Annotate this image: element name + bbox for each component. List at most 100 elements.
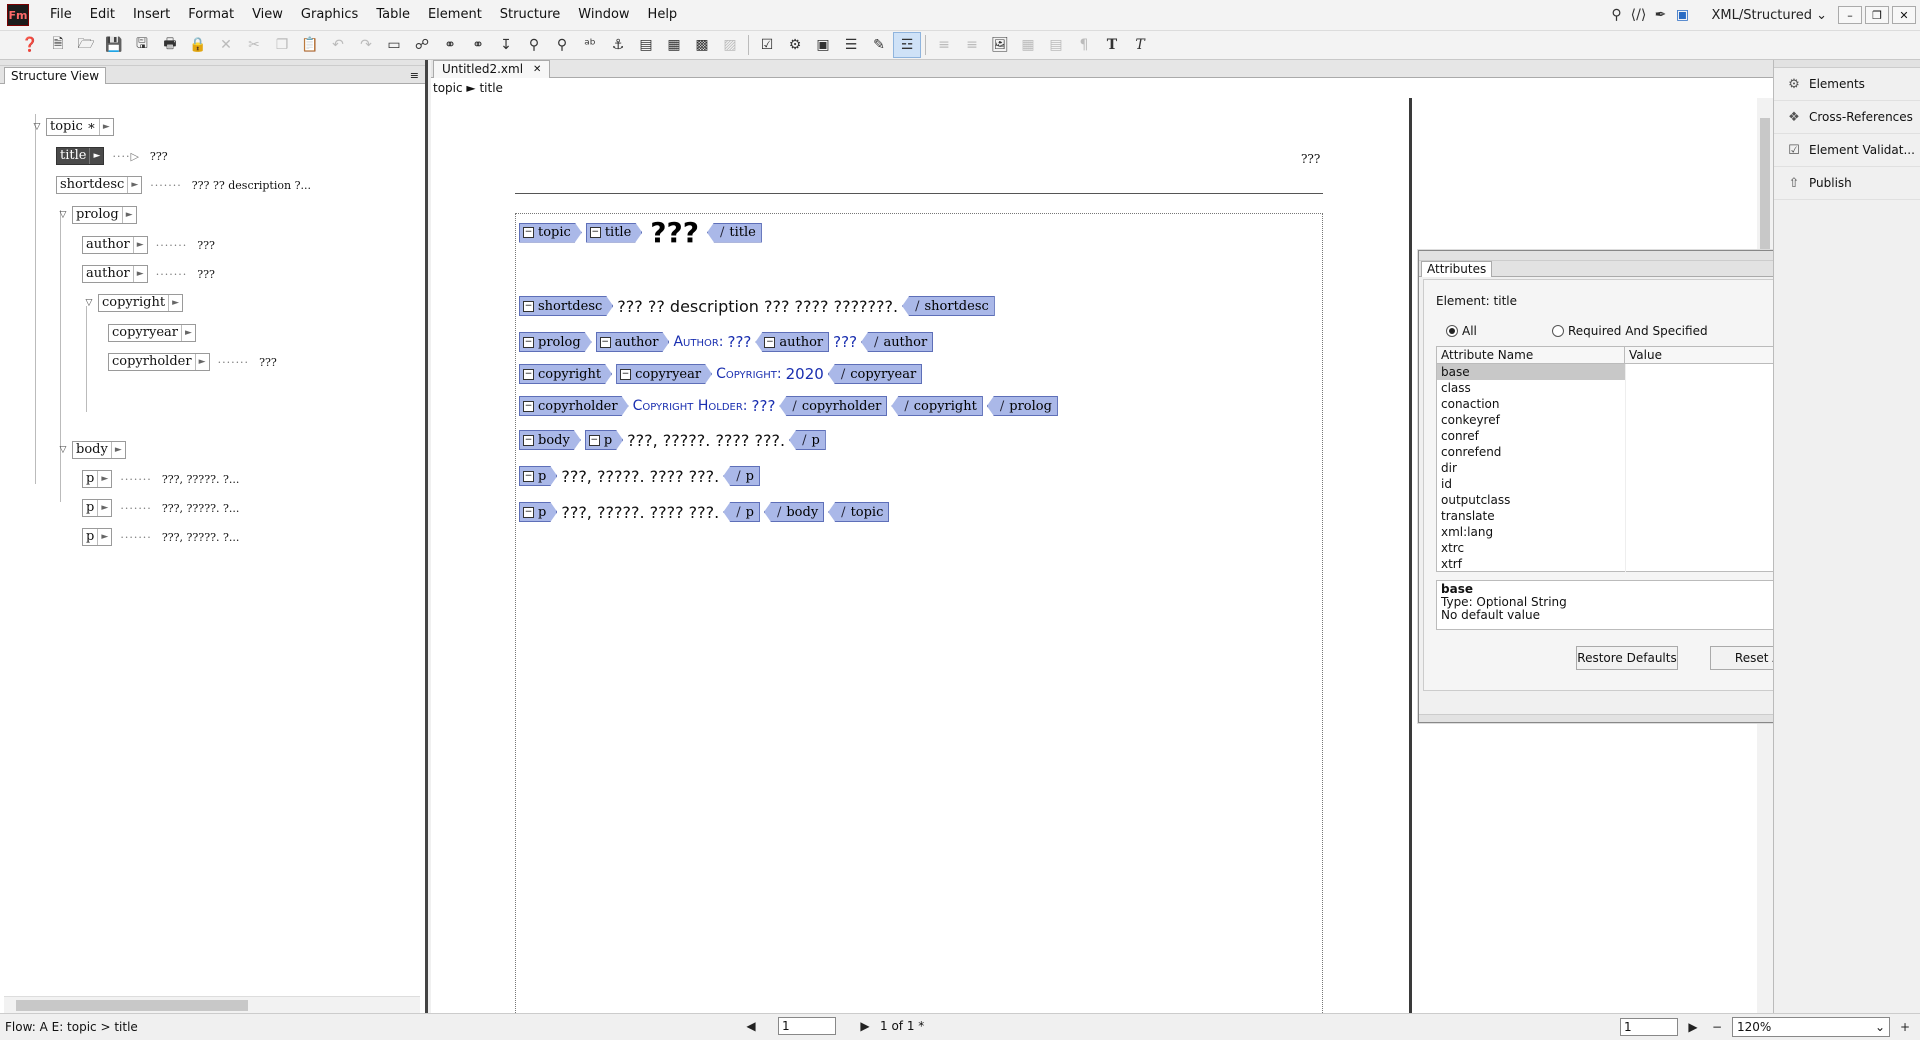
attribute-row[interactable]: base: [1437, 364, 1807, 380]
zoom-out-icon[interactable]: −: [1708, 1018, 1726, 1036]
page-icon[interactable]: ▤: [632, 32, 660, 58]
tag-copyright-end[interactable]: / copyright: [891, 396, 983, 416]
variable-icon[interactable]: ▩: [688, 32, 716, 58]
numbered-list-icon[interactable]: ≡: [930, 32, 958, 58]
undo-icon[interactable]: ↶: [324, 32, 352, 58]
print-icon[interactable]: 🖶: [156, 32, 184, 58]
attribute-row[interactable]: conref: [1437, 428, 1807, 444]
attribute-row[interactable]: id: [1437, 476, 1807, 492]
italic-text-icon[interactable]: T: [1126, 32, 1154, 58]
last-page-icon[interactable]: ▶: [856, 1017, 874, 1035]
tag-prolog-start[interactable]: − prolog: [519, 332, 592, 352]
tag-p-end[interactable]: / p: [723, 502, 760, 522]
attribute-row[interactable]: class: [1437, 380, 1807, 396]
shortdesc-text[interactable]: ??? ?? description ??? ???? ???????.: [617, 297, 898, 316]
tag-p-end[interactable]: / p: [723, 466, 760, 486]
tree-node-p[interactable]: p ► ······· ???, ?????. ?...: [82, 499, 239, 517]
save-as-icon[interactable]: 🖫: [128, 32, 156, 58]
tab-structure-view[interactable]: Structure View: [4, 67, 107, 84]
menu-view[interactable]: View: [243, 0, 292, 30]
wrap-element-icon[interactable]: ▣: [809, 32, 837, 58]
menu-window[interactable]: Window: [569, 0, 638, 30]
tag-copyryear-end[interactable]: / copyryear: [827, 364, 923, 384]
pilcrow-icon[interactable]: ¶: [1070, 32, 1098, 58]
attribute-value[interactable]: [1625, 556, 1793, 572]
tag-prolog-end[interactable]: / prolog: [986, 396, 1058, 416]
dock-element-validation[interactable]: ☑ Element Validat...: [1774, 134, 1920, 167]
restore-button[interactable]: ❐: [1865, 6, 1889, 24]
menu-format[interactable]: Format: [179, 0, 243, 30]
save-icon[interactable]: 💾: [100, 32, 128, 58]
bulleted-list-icon[interactable]: ≡: [958, 32, 986, 58]
attribute-value[interactable]: [1625, 364, 1793, 380]
page-input[interactable]: 1: [1620, 1018, 1678, 1036]
page-number-input[interactable]: 1: [778, 1017, 836, 1035]
collapse-toggle[interactable]: ▽: [30, 120, 44, 134]
code-view-icon[interactable]: ⟨/⟩: [1627, 4, 1649, 26]
attribute-row[interactable]: conkeyref: [1437, 412, 1807, 428]
attribute-value[interactable]: [1625, 428, 1793, 444]
menu-table[interactable]: Table: [367, 0, 419, 30]
insert-table-icon[interactable]: ▦: [1014, 32, 1042, 58]
tag-body-start[interactable]: − body: [519, 430, 581, 450]
tree-node-copyryear[interactable]: copyryear ►: [108, 324, 196, 342]
tree-node-prolog[interactable]: ▽ prolog ►: [56, 206, 137, 224]
scissors-icon[interactable]: ✂: [240, 32, 268, 58]
zoom-in-icon[interactable]: +: [1896, 1018, 1914, 1036]
table-icon[interactable]: ▦: [660, 32, 688, 58]
tag-topic-start[interactable]: − topic: [519, 223, 582, 243]
change-element-icon[interactable]: ☰: [837, 32, 865, 58]
tag-p-start[interactable]: − p: [585, 430, 623, 450]
anchor-icon[interactable]: ⚓: [604, 32, 632, 58]
attribute-value[interactable]: [1625, 540, 1793, 556]
tag-shortdesc-end[interactable]: / shortdesc: [902, 296, 995, 316]
bold-text-icon[interactable]: T: [1098, 32, 1126, 58]
title-text[interactable]: ???: [650, 216, 699, 249]
attribute-row[interactable]: conrefend: [1437, 444, 1807, 460]
copyryear-value[interactable]: 2020: [786, 365, 824, 383]
validate-icon[interactable]: ☑: [753, 32, 781, 58]
attribute-row[interactable]: translate: [1437, 508, 1807, 524]
hyperlink-icon[interactable]: ⚭: [436, 32, 464, 58]
frame-icon[interactable]: ▭: [380, 32, 408, 58]
restore-defaults-button[interactable]: Restore Defaults: [1576, 646, 1678, 670]
tag-topic-end[interactable]: / topic: [828, 502, 890, 522]
document-page[interactable]: ??? − topic − title ??? / title − shortdesc …: [431, 98, 1409, 1013]
tree-node-p[interactable]: p ► ······· ???, ?????. ?...: [82, 470, 239, 488]
tree-node-author[interactable]: author ► ······· ???: [82, 265, 215, 283]
workspace-switcher[interactable]: XML/Structured ⌄: [1711, 8, 1827, 23]
edit-attributes-icon[interactable]: ✎: [865, 32, 893, 58]
cross-ref-icon[interactable]: ⚭: [464, 32, 492, 58]
attribute-value[interactable]: [1625, 396, 1793, 412]
menu-file[interactable]: File: [41, 0, 81, 30]
tag-body-end[interactable]: / body: [763, 502, 825, 522]
dock-publish[interactable]: ⇧ Publish: [1774, 167, 1920, 200]
author-value[interactable]: ???: [833, 333, 857, 351]
tree-node-copyrholder[interactable]: copyrholder ► ······· ???: [108, 353, 277, 371]
paste-icon[interactable]: 📋: [296, 32, 324, 58]
tree-node-author[interactable]: author ► ······· ???: [82, 236, 215, 254]
tree-node-title[interactable]: title ► ····▷ ???: [56, 147, 168, 165]
new-document-icon[interactable]: 🗎: [44, 32, 72, 58]
attribute-row[interactable]: outputclass: [1437, 492, 1807, 508]
zoom-out-icon[interactable]: ⚲: [548, 32, 576, 58]
link-icon[interactable]: ☍: [408, 32, 436, 58]
minimize-button[interactable]: –: [1838, 6, 1862, 24]
menu-structure[interactable]: Structure: [491, 0, 569, 30]
tag-copyryear-start[interactable]: − copyryear: [616, 364, 712, 384]
pen-icon[interactable]: ✒: [1649, 4, 1671, 26]
tree-node-copyright[interactable]: ▽ copyright ►: [82, 294, 184, 312]
spellcheck-icon[interactable]: ᵃᵇ: [576, 32, 604, 58]
tree-node-topic[interactable]: ▽ topic ∗ ►: [30, 118, 114, 136]
insert-element-icon[interactable]: ⚙: [781, 32, 809, 58]
panel-menu-icon[interactable]: ≡: [410, 69, 419, 82]
tag-copyright-start[interactable]: − copyright: [519, 364, 612, 384]
copyrholder-value[interactable]: ???: [752, 397, 776, 415]
tag-p-start[interactable]: − p: [519, 466, 557, 486]
radio-button[interactable]: [1446, 325, 1458, 337]
tree-node-shortdesc[interactable]: shortdesc ► ······· ??? ?? description ?.…: [56, 176, 311, 194]
image-icon[interactable]: 🖼: [986, 32, 1014, 58]
attribute-value[interactable]: [1625, 460, 1793, 476]
tag-copyrholder-start[interactable]: − copyrholder: [519, 396, 629, 416]
column-header-value[interactable]: Value: [1625, 347, 1662, 363]
